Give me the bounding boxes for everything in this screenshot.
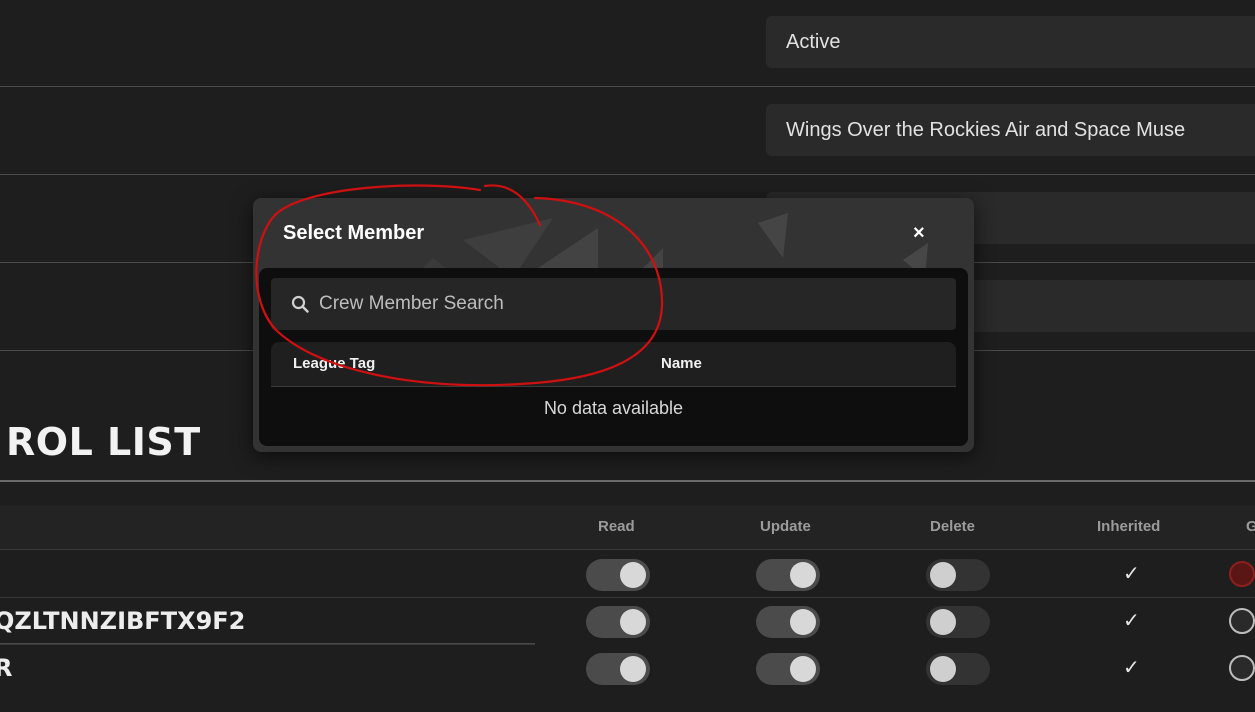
column-league-tag: League Tag: [293, 355, 376, 372]
read-toggle[interactable]: [586, 606, 650, 638]
column-g: G: [1246, 518, 1255, 535]
close-icon[interactable]: ×: [913, 222, 925, 245]
search-box[interactable]: [271, 278, 956, 330]
divider: [0, 643, 535, 644]
column-read: Read: [598, 518, 635, 535]
table-row: QZLTNNZIBFTX9F2 ✓: [0, 598, 1255, 644]
row-label: QZLTNNZIBFTX9F2: [0, 607, 246, 635]
update-toggle[interactable]: [756, 559, 820, 591]
table-row: ✓: [0, 551, 1255, 598]
select-member-modal: Select Member × League Tag Name No data …: [253, 198, 974, 452]
divider: [0, 86, 1255, 87]
member-search-input[interactable]: [317, 292, 921, 316]
delete-toggle[interactable]: [926, 653, 990, 685]
section-title: ROL LIST: [6, 420, 201, 464]
status-field[interactable]: Active: [766, 16, 1255, 68]
table-row: R ✓: [0, 645, 1255, 691]
search-icon: [291, 295, 309, 313]
column-update: Update: [760, 518, 811, 535]
column-inherited: Inherited: [1097, 518, 1161, 535]
checkmark-icon: ✓: [1123, 657, 1140, 679]
g-radio[interactable]: [1229, 608, 1255, 634]
g-radio[interactable]: [1229, 561, 1255, 587]
member-table-header: League Tag Name: [271, 342, 956, 387]
organization-field[interactable]: Wings Over the Rockies Air and Space Mus…: [766, 104, 1255, 156]
delete-toggle[interactable]: [926, 559, 990, 591]
checkmark-icon: ✓: [1123, 563, 1140, 585]
update-toggle[interactable]: [756, 606, 820, 638]
modal-title: Select Member: [283, 222, 425, 244]
row-label: R: [0, 654, 13, 682]
table-header: Read Update Delete Inherited G: [0, 505, 1255, 550]
g-radio[interactable]: [1229, 655, 1255, 681]
column-name: Name: [661, 355, 702, 372]
empty-state: No data available: [543, 398, 684, 418]
delete-toggle[interactable]: [926, 606, 990, 638]
column-delete: Delete: [930, 518, 976, 535]
update-toggle[interactable]: [756, 653, 820, 685]
read-toggle[interactable]: [586, 653, 650, 685]
divider: [0, 174, 1255, 175]
modal-body: League Tag Name No data available: [259, 268, 968, 446]
section-divider: [0, 480, 1255, 482]
read-toggle[interactable]: [586, 559, 650, 591]
checkmark-icon: ✓: [1123, 610, 1140, 632]
